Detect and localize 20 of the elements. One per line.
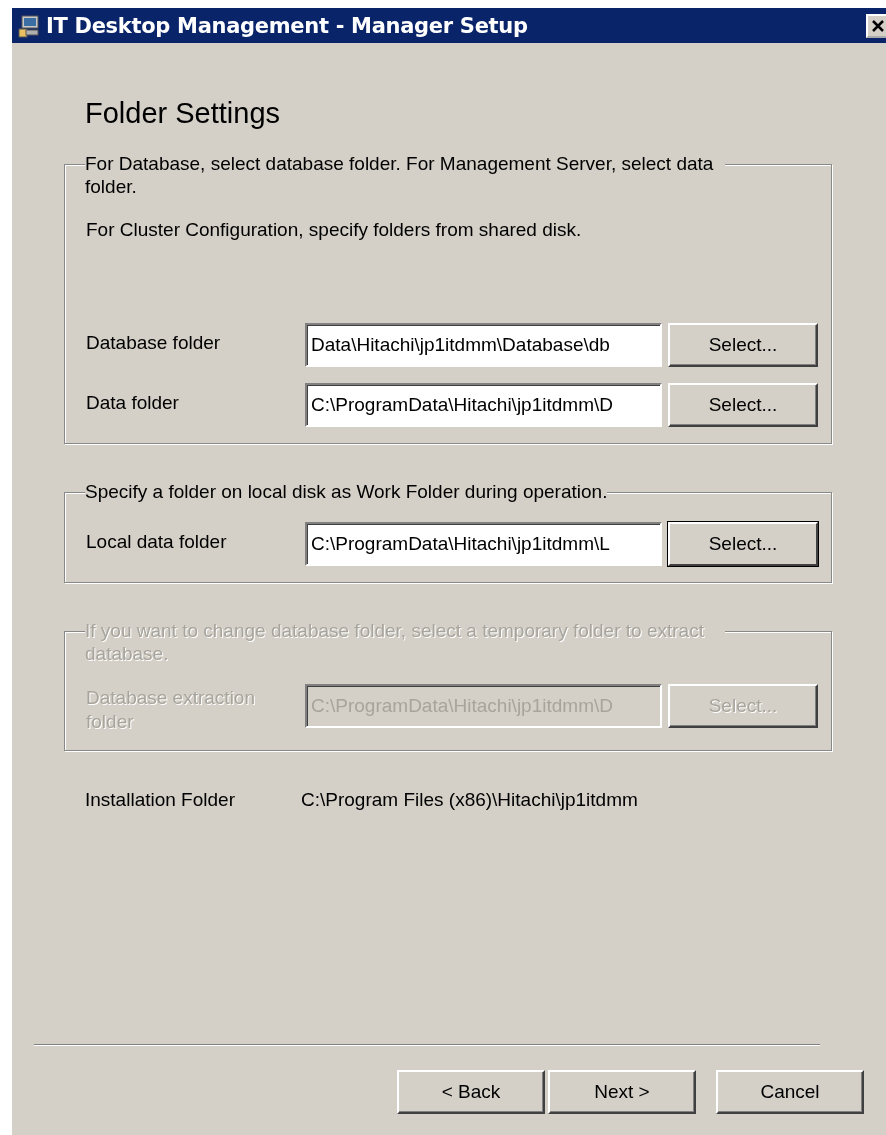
wizard-button[interactable]: < Back [397, 1070, 545, 1114]
field-label: Data folder [86, 391, 180, 415]
wizard-button[interactable]: Next > [548, 1070, 696, 1114]
close-button[interactable] [866, 13, 886, 38]
folder-field[interactable]: C:\ProgramData\Hitachi\jp1itdmm\D [305, 383, 662, 427]
window-title: IT Desktop Management - Manager Setup [46, 13, 529, 38]
select-button[interactable]: Select... [668, 522, 818, 566]
field-label: Database folder [86, 331, 222, 355]
page-heading: Folder Settings [85, 97, 282, 130]
install-path: C:\Program Files (x86)\Hitachi\jp1itdmm [301, 789, 638, 811]
folder-field[interactable]: Data\Hitachi\jp1itdmm\Database\db [305, 323, 662, 367]
note-text: For Cluster Configuration, specify folders from shared disk. [86, 219, 583, 241]
select-button[interactable]: Select... [668, 323, 818, 367]
close-icon [871, 18, 885, 33]
wizard-button[interactable]: Cancel [716, 1070, 864, 1114]
field-label: Local data folder [86, 530, 228, 554]
computer-icon [16, 12, 42, 39]
select-button[interactable]: Select... [668, 383, 818, 427]
folder-field[interactable]: C:\ProgramData\Hitachi\jp1itdmm\L [305, 522, 662, 566]
install-label: Installation Folder [85, 789, 236, 811]
